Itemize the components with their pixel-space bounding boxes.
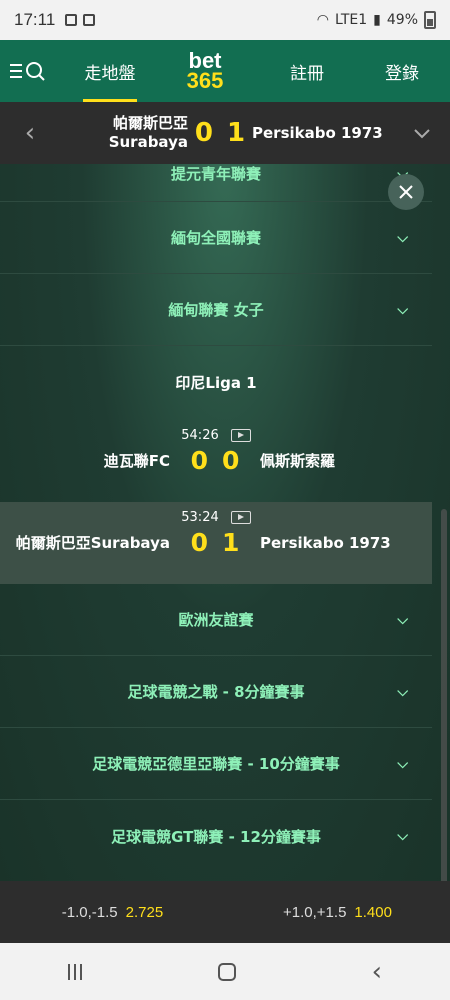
- nav-login-button[interactable]: 登錄: [357, 40, 447, 102]
- close-icon: [399, 185, 413, 199]
- event-clock: 53:24: [181, 510, 219, 525]
- event-home-score: 0: [190, 528, 208, 557]
- chevron-down-icon: ⌵: [397, 301, 408, 318]
- league-name: 緬甸全國聯賽: [170, 229, 261, 247]
- battery-percent: 49%: [386, 12, 418, 28]
- recent-apps-icon[interactable]: [67, 963, 82, 980]
- nav-live-tab[interactable]: 走地盤: [65, 40, 155, 102]
- event-home-score: 0: [190, 446, 208, 475]
- home-icon[interactable]: [217, 962, 236, 981]
- close-button[interactable]: [388, 174, 424, 210]
- notification-icon: [65, 14, 78, 26]
- live-stream-icon[interactable]: [230, 511, 251, 524]
- match-home-line1: 帕爾斯巴亞: [112, 114, 188, 133]
- match-dropdown-button[interactable]: [402, 121, 442, 145]
- signal-icon: ▮: [373, 12, 381, 28]
- event-score: 0 0: [170, 446, 260, 475]
- event-away-score: 1: [222, 528, 240, 557]
- menu-search-button[interactable]: [0, 60, 60, 82]
- league-name: 足球電競GT聯賽 - 12分鐘賽事: [111, 827, 321, 846]
- event-time-row: 53:24: [0, 510, 432, 525]
- match-home-line2: Surabaya: [108, 133, 188, 151]
- bet-handicap: +1.0,+1.5: [283, 903, 347, 921]
- bet-odds: 2.725: [125, 903, 164, 921]
- live-stream-icon[interactable]: [230, 429, 251, 442]
- match-home-score: 0: [194, 118, 213, 148]
- league-list[interactable]: 提元青年聯賽 ⌵ 緬甸全國聯賽 ⌵ 緬甸聯賽 女子 ⌵ 印尼Liga 1 54:…: [0, 164, 450, 881]
- league-name: 印尼Liga 1: [175, 373, 257, 392]
- match-header: ‹ 帕爾斯巴亞 Surabaya 0 1 Persikabo 1973: [0, 102, 450, 164]
- event-away-team: Persikabo 1973: [260, 533, 391, 552]
- chevron-down-icon: ⌵: [397, 229, 408, 246]
- league-name: 足球電競之戰 - 8分鐘賽事: [127, 683, 305, 701]
- event-teams: 迪瓦聯FC 0 0 佩斯斯索羅: [0, 446, 432, 475]
- chevron-left-icon: ‹: [24, 118, 36, 148]
- league-row[interactable]: 提元青年聯賽 ⌵: [0, 164, 432, 202]
- match-home-team: 帕爾斯巴亞 Surabaya: [60, 114, 188, 152]
- network-label: LTE1: [334, 12, 368, 28]
- status-right: ◠ LTE1 ▮ 49%: [317, 11, 436, 29]
- app-notification-icon: [83, 14, 96, 26]
- bet-option-away[interactable]: +1.0,+1.5 1.400: [225, 904, 450, 921]
- back-icon[interactable]: ‹: [372, 957, 382, 987]
- league-name: 緬甸聯賽 女子: [168, 301, 264, 319]
- menu-search-icon: [10, 62, 45, 81]
- league-row[interactable]: 足球電競亞德里亞聯賽 - 10分鐘賽事 ⌵: [0, 728, 432, 800]
- wifi-icon: ◠: [316, 12, 329, 28]
- chevron-down-icon: ⌵: [397, 611, 408, 628]
- event-score: 0 1: [170, 528, 260, 557]
- chevron-down-icon: ⌵: [397, 755, 408, 772]
- chevron-down-icon: ⌵: [397, 683, 408, 700]
- league-name: 提元青年聯賽: [170, 165, 261, 183]
- previous-match-button[interactable]: ‹: [0, 118, 60, 148]
- league-row[interactable]: 緬甸全國聯賽 ⌵: [0, 202, 432, 274]
- bet-odds: 1.400: [354, 903, 392, 921]
- battery-icon: [424, 11, 436, 29]
- league-row[interactable]: 足球電競之戰 - 8分鐘賽事 ⌵: [0, 656, 432, 728]
- event-clock: 54:26: [181, 428, 219, 443]
- match-away-score: 1: [227, 118, 246, 148]
- league-row[interactable]: 歐洲友誼賽 ⌵: [0, 584, 432, 656]
- league-row[interactable]: 足球電競GT聯賽 - 12分鐘賽事 ⌵: [0, 800, 432, 872]
- event-row[interactable]: 54:26 迪瓦聯FC 0 0 佩斯斯索羅: [0, 420, 432, 502]
- chevron-down-icon: ⌵: [397, 828, 408, 844]
- league-row-expanded[interactable]: 印尼Liga 1: [0, 346, 432, 418]
- bet365-logo[interactable]: bet 365: [155, 50, 255, 93]
- chevron-down-icon: [414, 129, 430, 139]
- nav-register-button[interactable]: 註冊: [267, 40, 347, 102]
- bet-bar: -1.0,-1.5 2.725 +1.0,+1.5 1.400: [0, 881, 450, 943]
- bet-handicap: -1.0,-1.5: [61, 903, 118, 921]
- league-name: 歐洲友誼賽: [178, 611, 254, 629]
- event-home-team: 迪瓦聯FC: [103, 452, 170, 470]
- league-row[interactable]: 緬甸聯賽 女子 ⌵: [0, 274, 432, 346]
- event-teams: 帕爾斯巴亞Surabaya 0 1 Persikabo 1973: [0, 528, 432, 557]
- event-row-selected[interactable]: 53:24 帕爾斯巴亞Surabaya 0 1 Persikabo 1973: [0, 502, 432, 584]
- android-navigation-bar: ‹: [0, 943, 450, 1000]
- league-name: 足球電競亞德里亞聯賽 - 10分鐘賽事: [92, 755, 340, 773]
- match-score: 0 1: [188, 118, 252, 148]
- event-home-team: 帕爾斯巴亞Surabaya: [15, 534, 170, 552]
- scrollbar[interactable]: [441, 509, 447, 881]
- top-navigation: 走地盤 bet 365 註冊 登錄: [0, 40, 450, 102]
- status-time: 17:11: [14, 10, 56, 29]
- logo-text-bottom: 365: [186, 68, 224, 93]
- match-away-team: Persikabo 1973: [252, 124, 383, 142]
- bet-option-home[interactable]: -1.0,-1.5 2.725: [0, 904, 225, 921]
- event-time-row: 54:26: [0, 428, 432, 443]
- event-away-team: 佩斯斯索羅: [260, 452, 336, 470]
- status-bar: 17:11 ◠ LTE1 ▮ 49%: [0, 0, 450, 40]
- event-away-score: 0: [222, 446, 240, 475]
